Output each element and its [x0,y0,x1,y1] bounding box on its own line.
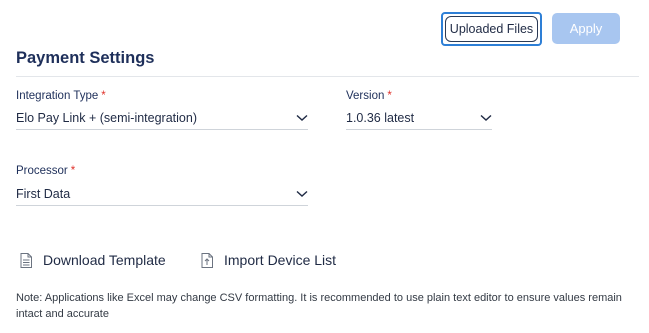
section-divider [16,76,639,77]
import-device-list-label: Import Device List [224,252,337,268]
integration-type-select[interactable]: Elo Pay Link + (semi-integration) [16,106,308,130]
version-label: Version * [346,90,392,102]
document-icon [20,252,32,268]
version-value: 1.0.36 latest [346,110,415,125]
processor-select[interactable]: First Data [16,182,308,206]
chevron-down-icon [480,114,492,121]
version-select[interactable]: 1.0.36 latest [346,106,492,130]
chevron-down-icon [296,114,308,121]
download-template-label: Download Template [43,252,166,268]
integration-type-label: Integration Type * [16,90,106,102]
page-title: Payment Settings [16,49,155,67]
processor-value: First Data [16,186,71,201]
processor-label: Processor * [16,165,76,177]
chevron-down-icon [296,190,308,197]
required-marker: * [70,165,76,177]
download-template-link[interactable]: Download Template [20,252,166,268]
uploaded-files-label: Uploaded Files [445,16,538,42]
import-device-list-link[interactable]: Import Device List [201,252,336,268]
required-marker: * [387,90,392,102]
required-marker: * [101,90,106,102]
csv-format-note: Note: Applications like Excel may change… [16,292,622,320]
file-upload-icon [201,252,213,268]
integration-type-value: Elo Pay Link + (semi-integration) [16,110,197,125]
uploaded-files-button[interactable]: Uploaded Files [441,12,542,46]
apply-button[interactable]: Apply [552,13,620,44]
